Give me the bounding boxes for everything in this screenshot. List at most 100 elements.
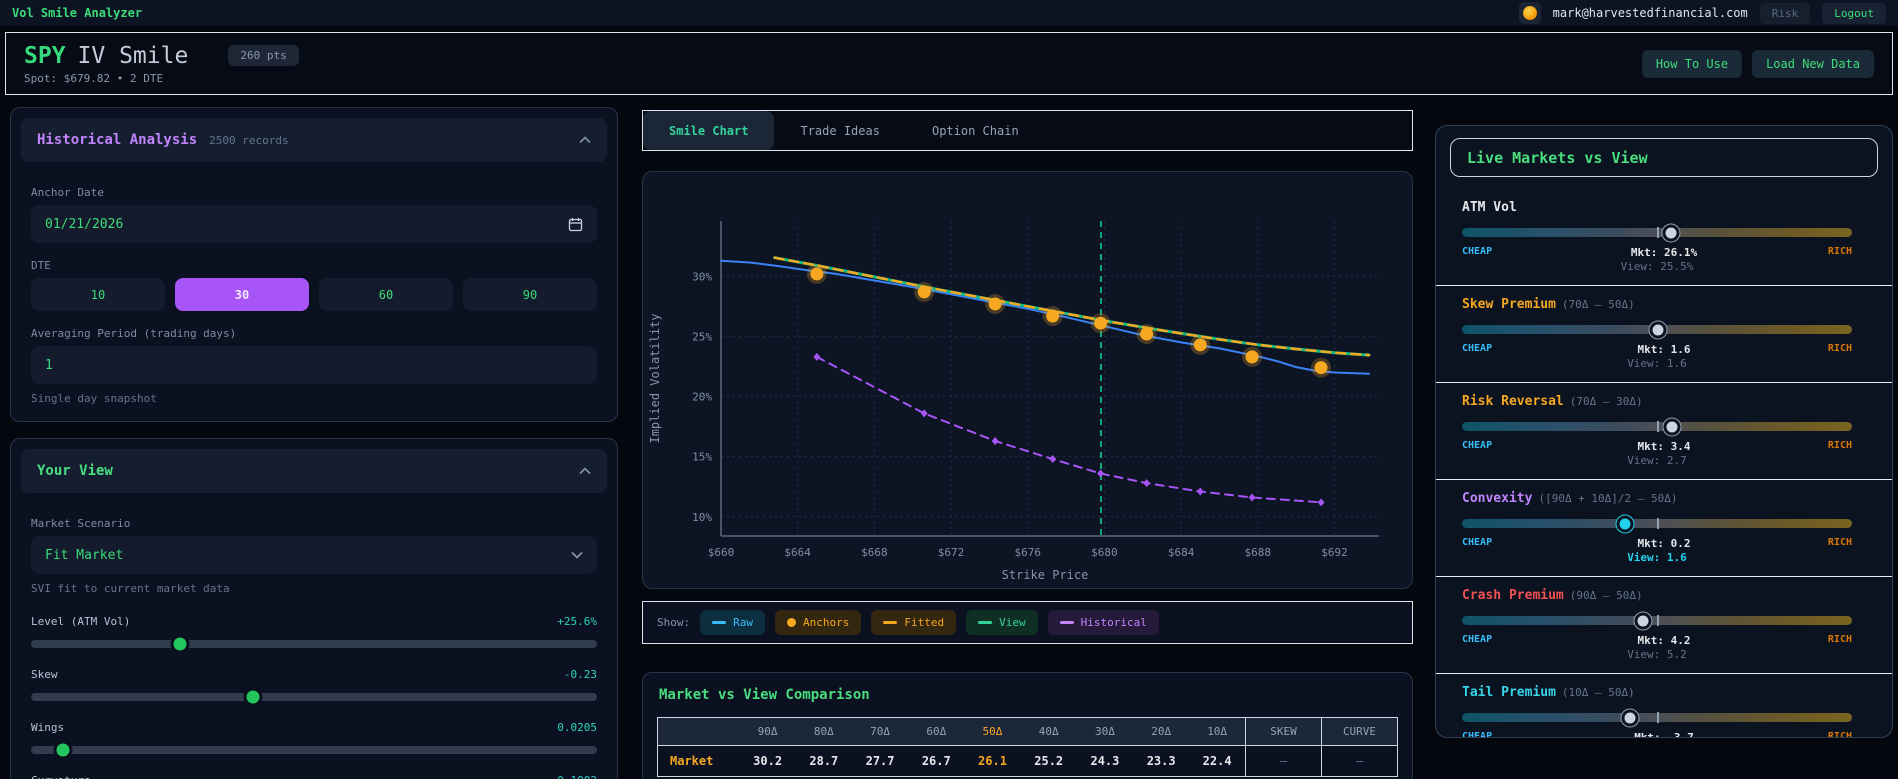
vol-smile-analyzer-app: Vol Smile Analyzer mark@harvestedfinanci… (0, 0, 1898, 779)
slider-track[interactable] (31, 687, 597, 707)
dte-button-group: 10 30 60 90 (31, 278, 597, 311)
dte-button-10[interactable]: 10 (31, 278, 165, 311)
cell: 26.1 (978, 754, 1007, 768)
gauge-track[interactable] (1462, 612, 1852, 629)
legend-toggle-raw[interactable]: Raw (700, 610, 765, 635)
slider-thumb[interactable] (243, 687, 263, 707)
topbar-right: mark@harvestedfinancial.com Risk Logout (1518, 2, 1886, 24)
svg-text:15%: 15% (692, 451, 712, 464)
gauge-track[interactable] (1462, 321, 1852, 338)
gauge-track[interactable] (1462, 515, 1852, 532)
anchor-date-input[interactable]: 01/21/2026 (31, 205, 597, 243)
gauge-thumb[interactable] (1634, 612, 1652, 629)
cell: 24.3 (1090, 754, 1120, 768)
user-email: mark@harvestedfinancial.com (1552, 6, 1748, 20)
svg-text:$660: $660 (708, 546, 735, 559)
tab-option-chain[interactable]: Option Chain (906, 111, 1045, 150)
dte-button-30[interactable]: 30 (175, 278, 309, 311)
slider-track[interactable] (31, 740, 597, 760)
column-header: 70Δ (851, 717, 909, 746)
chevron-up-icon[interactable] (579, 136, 591, 144)
gauge-center-tick (1657, 518, 1659, 529)
gauges: ATM Vol CHEAP Mkt: 26.1% RICH View: 25.5% Ske… (1436, 189, 1892, 737)
tab-smile-chart[interactable]: Smile Chart (643, 111, 775, 150)
legend-label: Fitted (904, 616, 945, 629)
gauge-track[interactable] (1462, 709, 1852, 726)
symbol-label: SPY (24, 42, 66, 69)
legend-chips: Raw Anchors Fitted View Historical (700, 610, 1159, 635)
averaging-period-input[interactable]: 1 (31, 346, 597, 384)
svg-text:$688: $688 (1245, 546, 1272, 559)
gauge-thumb[interactable] (1663, 418, 1681, 435)
load-new-data-button[interactable]: Load New Data (1752, 49, 1874, 78)
svg-text:$692: $692 (1321, 546, 1348, 559)
slider-track[interactable] (31, 634, 597, 654)
historical-analysis-panel: Historical Analysis 2500 records Anchor … (10, 107, 618, 422)
svg-text:Strike Price: Strike Price (1002, 568, 1089, 582)
slider-thumb[interactable] (53, 740, 73, 760)
live-markets-title: Live Markets vs View (1467, 149, 1648, 167)
calendar-icon[interactable] (568, 217, 583, 232)
risk-button[interactable]: Risk (1759, 2, 1811, 24)
sun-icon (1522, 6, 1537, 20)
gauge-view-value: View: 1.6 (1627, 551, 1687, 564)
anchor-date-value: 01/21/2026 (45, 216, 124, 232)
tab-bar: Smile Chart Trade Ideas Option Chain (642, 110, 1413, 151)
column-header: 40Δ (1020, 717, 1077, 746)
your-view-panel-header[interactable]: Your View (21, 449, 607, 493)
your-view-title: Your View (37, 463, 113, 479)
svg-text:$676: $676 (1014, 546, 1041, 559)
smile-chart-panel: $660 $664 $668 $672 $676 $680 $684 $688 $692 10% 1… (642, 171, 1413, 589)
gauge-convexity: Convexity ([90Δ + 10Δ]/2 – 50Δ) CHEAP Mkt: … (1436, 479, 1892, 576)
gauge-formula: ([90Δ + 10Δ]/2 – 50Δ) (1538, 492, 1678, 505)
svg-text:$664: $664 (784, 546, 811, 559)
column-header: 90Δ (739, 717, 796, 746)
averaging-period-label: Averaging Period (trading days) (31, 327, 237, 340)
logout-button[interactable]: Logout (1822, 2, 1886, 24)
gauge-skew-premium: Skew Premium (70Δ – 50Δ) CHEAP Mkt: 1.6 RICH… (1436, 285, 1892, 382)
legend-toggle-fitted[interactable]: Fitted (871, 610, 957, 635)
historical-panel-header[interactable]: Historical Analysis 2500 records (21, 118, 607, 162)
market-scenario-select[interactable]: Fit Market (31, 536, 597, 574)
comparison-table: 90Δ 80Δ 70Δ 60Δ 50Δ 40Δ 30Δ 20Δ 10Δ SKEW CURVE Mark… (657, 717, 1398, 777)
gauge-name: Tail Premium (1462, 685, 1556, 700)
how-to-use-button[interactable]: How To Use (1641, 49, 1743, 78)
gauge-market-value: Mkt: 4.2 (1637, 634, 1691, 647)
gauge-track[interactable] (1462, 418, 1852, 435)
gauge-center-tick (1657, 712, 1659, 723)
column-header: CURVE (1321, 717, 1398, 746)
view-sliders: Level (ATM Vol) +25.6% Skew -0.23 Wings 0.020… (31, 615, 597, 779)
gauge-thumb[interactable] (1616, 515, 1634, 532)
column-header: 50Δ (964, 717, 1021, 746)
legend-swatch (883, 621, 898, 624)
legend-toggle-view[interactable]: View (966, 610, 1038, 635)
tab-trade-ideas[interactable]: Trade Ideas (774, 111, 905, 150)
cell: 28.7 (809, 754, 839, 768)
slider-label: Wings (31, 721, 65, 734)
slider-label: Curvature (31, 774, 91, 779)
header-actions: How To Use Load New Data (1641, 49, 1874, 78)
view-slider-wings: Wings 0.0205 (31, 721, 597, 760)
slider-thumb[interactable] (170, 634, 190, 654)
market-vs-view-panel: Market vs View Comparison 90Δ 80Δ 70Δ 60Δ 50… (642, 672, 1413, 779)
gauge-name: Crash Premium (1462, 588, 1564, 603)
chevron-up-icon[interactable] (579, 467, 591, 475)
gauge-view-value: View: 1.6 (1627, 357, 1687, 370)
dte-button-60[interactable]: 60 (319, 278, 453, 311)
legend-swatch (712, 621, 727, 624)
legend-swatch (1059, 621, 1074, 624)
dte-button-90[interactable]: 90 (463, 278, 597, 311)
gauge-track[interactable] (1462, 224, 1852, 241)
gauge-name: Skew Premium (1462, 297, 1556, 312)
gauge-thumb[interactable] (1649, 321, 1667, 338)
legend-label: Raw (733, 616, 753, 629)
cell: 25.2 (1034, 754, 1064, 768)
gauge-thumb[interactable] (1662, 224, 1680, 241)
gauge-name: Risk Reversal (1462, 394, 1564, 409)
avatar[interactable] (1518, 2, 1541, 24)
legend-toggle-historical[interactable]: Historical (1047, 610, 1159, 635)
legend-toggle-anchors[interactable]: Anchors (775, 610, 862, 635)
gauge-thumb[interactable] (1621, 709, 1639, 726)
column-header: 10Δ (1189, 717, 1246, 746)
column-header: 20Δ (1133, 717, 1190, 746)
